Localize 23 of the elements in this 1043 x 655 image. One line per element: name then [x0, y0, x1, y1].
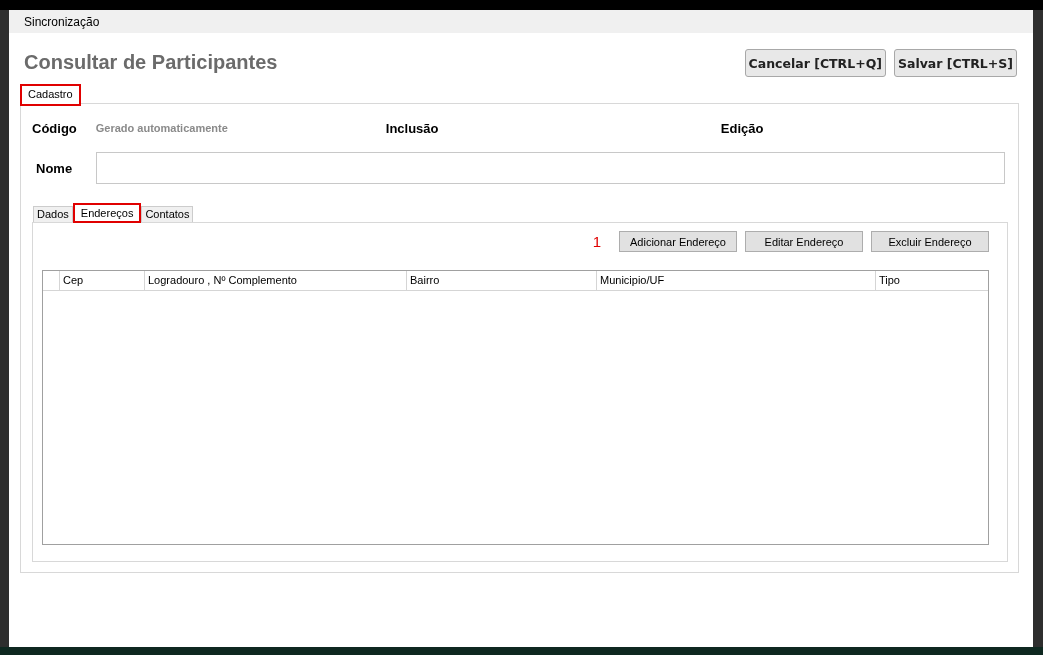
action-button[interactable]: Salvar [CTRL+S]: [894, 49, 1017, 77]
tab[interactable]: Cadastro: [20, 84, 81, 106]
address-button[interactable]: Editar Endereço: [745, 231, 863, 252]
field-value: Gerado automaticamente: [95, 122, 229, 134]
column-header[interactable]: Cep: [60, 271, 145, 290]
name-input[interactable]: [96, 152, 1006, 184]
action-button[interactable]: Cancelar [CTRL+Q]: [744, 49, 886, 77]
field-label: Edição: [720, 120, 764, 136]
column-header[interactable]: Tipo: [876, 271, 988, 290]
page-title: Consultar de Participantes: [24, 51, 278, 74]
tab[interactable]: Contatos: [141, 206, 194, 222]
field-label: Inclusão: [385, 120, 440, 136]
menu-item[interactable]: Sincronização: [24, 14, 100, 29]
column-header[interactable]: Bairro: [407, 271, 597, 290]
address-button[interactable]: Adicionar Endereço: [619, 231, 737, 252]
column-header[interactable]: Logradouro , Nº Complemento: [145, 271, 407, 290]
tab[interactable]: Endereços: [72, 203, 142, 223]
field-label: Nome: [36, 160, 73, 176]
column-header[interactable]: Municipio/UF: [597, 271, 876, 290]
tab[interactable]: Dados: [33, 206, 73, 222]
annotation-number: 1: [592, 233, 601, 250]
field-label: Código: [32, 120, 77, 136]
address-button[interactable]: Excluir Endereço: [871, 231, 989, 252]
